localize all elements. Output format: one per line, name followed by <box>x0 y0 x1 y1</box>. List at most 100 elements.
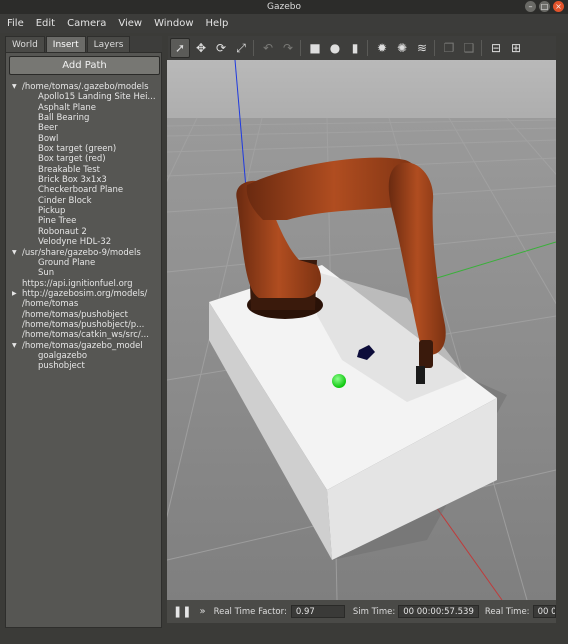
expand-right-icon[interactable]: ▶ <box>12 289 17 299</box>
menu-view[interactable]: View <box>111 14 147 33</box>
close-icon[interactable]: × <box>553 1 564 12</box>
menu-camera[interactable]: Camera <box>60 14 111 33</box>
sim-time-value: 00 00:00:57.539 <box>398 605 479 618</box>
toolbar-separator <box>434 40 435 56</box>
menu-edit[interactable]: Edit <box>29 14 60 33</box>
tree-model-item[interactable]: Sun <box>9 268 161 278</box>
expand-down-icon[interactable]: ▼ <box>12 248 17 258</box>
sim-time-label: Sim Time: <box>352 606 396 617</box>
menu-help[interactable]: Help <box>199 14 234 33</box>
scene-viewport[interactable] <box>167 60 556 600</box>
model-tree: ▼ /home/tomas/.gazebo/models Apollo15 Land… <box>9 82 161 372</box>
title-bar: Gazebo – □ × <box>0 0 568 14</box>
tree-item-label: Cinder Block <box>38 195 92 206</box>
window-title: Gazebo <box>267 2 301 12</box>
rotate-icon[interactable]: ⟳ <box>212 39 230 57</box>
toolbar-separator <box>367 40 368 56</box>
toolbar: ➚ ✥ ⟳ ⤢ ↶ ↷ ■ ● ▮ ✹ ✺ ≋ ❐ ❑ ⊟ ⊞ <box>168 36 556 60</box>
box-shape-icon[interactable]: ■ <box>306 39 324 57</box>
tree-item-label: Sun <box>38 268 55 279</box>
tree-item-label: Velodyne HDL-32 <box>38 237 112 248</box>
expand-down-icon[interactable]: ▼ <box>12 341 17 351</box>
tree-model-item[interactable]: Cinder Block <box>9 196 161 206</box>
select-arrow-icon[interactable]: ➚ <box>170 38 190 58</box>
copy-icon[interactable]: ❐ <box>440 39 458 57</box>
tab-layers[interactable]: Layers <box>86 36 131 53</box>
tree-item-label: goalgazebo <box>38 350 88 361</box>
tree-root-item[interactable]: ▼ /usr/share/gazebo-9/models <box>9 248 161 258</box>
tree-model-item[interactable]: goalgazebo <box>9 351 161 361</box>
tree-item-label: Robonaut 2 <box>38 226 87 237</box>
tree-root-item[interactable]: /home/tomas/catkin_ws/src/... <box>9 330 161 340</box>
cylinder-shape-icon[interactable]: ▮ <box>346 39 364 57</box>
tree-root-item[interactable]: https://api.ignitionfuel.org <box>9 279 161 289</box>
tree-model-item[interactable]: Box target (red) <box>9 154 161 164</box>
tree-item-label: pushobject <box>38 361 85 372</box>
tree-item-label: Bowl <box>38 133 59 144</box>
tree-model-item[interactable]: Box target (green) <box>9 144 161 154</box>
step-button[interactable]: » <box>199 606 205 617</box>
align-icon[interactable]: ⊟ <box>487 39 505 57</box>
spot-light-icon[interactable]: ✺ <box>393 39 411 57</box>
tree-model-item[interactable]: Robonaut 2 <box>9 227 161 237</box>
tree-item-label: Ground Plane <box>38 257 96 268</box>
tree-item-label: /home/tomas <box>22 299 79 310</box>
paste-icon[interactable]: ❑ <box>460 39 478 57</box>
add-path-button[interactable]: Add Path <box>9 56 160 75</box>
menu-file[interactable]: File <box>0 14 29 33</box>
sphere-shape-icon[interactable]: ● <box>326 39 344 57</box>
tree-root-item[interactable]: /home/tomas/pushobject <box>9 310 161 320</box>
pause-icon[interactable]: ❚❚ <box>173 605 191 618</box>
real-time-value: 00 00:00:58.20 <box>532 605 556 618</box>
undo-icon[interactable]: ↶ <box>259 39 277 57</box>
minimize-icon[interactable]: – <box>525 1 536 12</box>
real-time-label: Real Time: <box>484 606 530 617</box>
toolbar-separator <box>253 40 254 56</box>
insert-panel: Add Path ▼ /home/tomas/.gazebo/models Apol… <box>5 52 162 628</box>
tree-item-label: Ball Bearing <box>38 113 90 124</box>
menu-bar: File Edit Camera View Window Help <box>0 14 568 33</box>
tree-model-item[interactable]: Ball Bearing <box>9 113 161 123</box>
tree-root-item[interactable]: /home/tomas/pushobject/p... <box>9 320 161 330</box>
tree-model-item[interactable]: Asphalt Plane <box>9 103 161 113</box>
tab-insert[interactable]: Insert <box>45 36 86 53</box>
tree-model-item[interactable]: Ground Plane <box>9 258 161 268</box>
scale-icon[interactable]: ⤢ <box>232 39 250 57</box>
tree-model-item[interactable]: Beer <box>9 123 161 133</box>
tree-item-label: /home/tomas/pushobject <box>22 309 128 320</box>
tree-item-label: Breakable Test <box>38 164 100 175</box>
tree-model-item[interactable]: Brick Box 3x1x3 <box>9 175 161 185</box>
tree-root-item[interactable]: /home/tomas <box>9 299 161 309</box>
tree-model-item[interactable]: Apollo15 Landing Site Hei... <box>9 92 161 102</box>
translate-icon[interactable]: ✥ <box>192 39 210 57</box>
tree-item-label: /home/tomas/.gazebo/models <box>22 82 149 92</box>
tree-item-label: Pickup <box>38 206 66 217</box>
tree-model-item[interactable]: Velodyne HDL-32 <box>9 237 161 247</box>
rtf-label: Real Time Factor: <box>213 606 287 617</box>
tree-model-item[interactable]: Bowl <box>9 134 161 144</box>
tree-item-label: /home/tomas/catkin_ws/src/... <box>22 330 149 341</box>
tree-item-label: Beer <box>38 123 58 134</box>
tree-model-item[interactable]: pushobject <box>9 361 161 371</box>
maximize-icon[interactable]: □ <box>539 1 550 12</box>
tree-root-item[interactable]: ▶ http://gazebosim.org/models/ <box>9 289 161 299</box>
tree-root-item[interactable]: ▼ /home/tomas/gazebo_model <box>9 341 161 351</box>
tree-item-label: http://gazebosim.org/models/ <box>22 288 148 299</box>
tab-world[interactable]: World <box>5 36 45 53</box>
tree-item-label: /home/tomas/pushobject/p... <box>22 319 145 330</box>
point-light-icon[interactable]: ✹ <box>373 39 391 57</box>
tree-model-item[interactable]: Breakable Test <box>9 165 161 175</box>
left-panel: World Insert Layers Add Path ▼ /home/toma… <box>5 36 162 628</box>
tree-item-label: /home/tomas/gazebo_model <box>22 340 143 351</box>
toolbar-separator <box>481 40 482 56</box>
menu-window[interactable]: Window <box>147 14 198 33</box>
tree-model-item[interactable]: Pickup <box>9 206 161 216</box>
tree-root-item[interactable]: ▼ /home/tomas/.gazebo/models <box>9 82 161 92</box>
expand-down-icon[interactable]: ▼ <box>12 82 17 92</box>
tree-model-item[interactable]: Pine Tree <box>9 216 161 226</box>
tree-model-item[interactable]: Checkerboard Plane <box>9 185 161 195</box>
tree-item-label: Box target (green) <box>38 144 117 155</box>
directional-light-icon[interactable]: ≋ <box>413 39 431 57</box>
snap-icon[interactable]: ⊞ <box>507 39 525 57</box>
redo-icon[interactable]: ↷ <box>279 39 297 57</box>
